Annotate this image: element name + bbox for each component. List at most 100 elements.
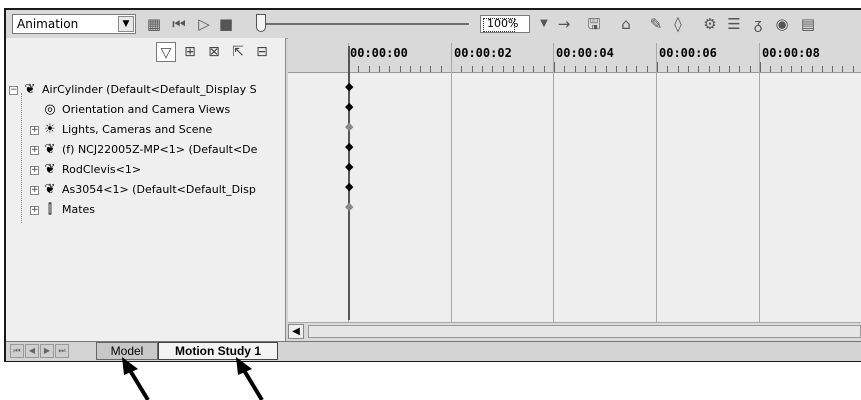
study-type-select[interactable]: Animation ▼ xyxy=(12,14,136,34)
autokey-icon[interactable]: ✎ xyxy=(646,14,666,34)
arrow-to-motion-study-tab xyxy=(236,357,264,400)
tree-item-root[interactable]: ❦ AirCylinder (Default<Default_Display S xyxy=(22,81,257,99)
key-point-diamond[interactable]: ◆ xyxy=(345,201,353,212)
minor-tick xyxy=(481,66,483,72)
subassembly-icon: ❦ xyxy=(44,142,56,157)
filter-collapse-icon[interactable]: ⊟ xyxy=(252,42,272,62)
filter-results-icon[interactable]: ⇱ xyxy=(228,42,248,62)
playback-slider-track xyxy=(261,23,469,25)
tree-item-ncj22005z[interactable]: ❦ (f) NCJ22005Z-MP<1> (Default<De xyxy=(42,141,258,159)
minor-tick xyxy=(523,66,525,72)
minor-tick xyxy=(595,66,597,72)
playback-speed-select[interactable]: 100% xyxy=(480,15,530,33)
minor-tick xyxy=(801,66,803,72)
time-label-6: 00:00:06 xyxy=(659,46,717,60)
expand-icon[interactable]: + xyxy=(30,206,39,215)
contact-icon[interactable]: ᵹ xyxy=(748,14,768,34)
playback-speed-value: 100% xyxy=(487,17,519,30)
playback-slider-thumb[interactable] xyxy=(256,14,266,32)
tree-item-label: Lights, Cameras and Scene xyxy=(62,123,213,136)
lights-scene-icon: ☀ xyxy=(44,122,56,137)
key-point-diamond[interactable]: ◆ xyxy=(345,101,353,112)
key-point-diamond[interactable]: ◆ xyxy=(345,161,353,172)
timeline-header: 00:00:00 00:00:02 00:00:04 00:00:06 00:0… xyxy=(288,38,861,73)
tree-item-rodclevis[interactable]: ❦ RodClevis<1> xyxy=(42,161,142,179)
stop-icon[interactable]: ■ xyxy=(216,14,236,34)
add-key-icon[interactable]: ◊ xyxy=(668,14,688,34)
arrow-icon[interactable]: → xyxy=(554,14,574,34)
tree-item-orientation[interactable]: ◎ Orientation and Camera Views xyxy=(42,101,230,119)
minor-tick xyxy=(770,66,772,72)
minor-tick xyxy=(564,66,566,72)
tree-item-label: RodClevis<1> xyxy=(62,163,142,176)
expand-icon[interactable]: + xyxy=(30,146,39,155)
motion-manager-window: Animation ▼ ▦ ⏮ ▷ ■ 100% ▼ → 🖫 ⌂ ✎ ◊ ⚙ ☰… xyxy=(4,8,861,362)
spring-icon[interactable]: ☰ xyxy=(724,14,744,34)
minor-tick xyxy=(698,66,700,72)
minor-tick xyxy=(657,62,658,72)
minor-tick xyxy=(502,66,504,72)
callout-arrows xyxy=(122,357,264,400)
play-icon[interactable]: ▷ xyxy=(194,14,214,34)
save-icon[interactable]: 🖫 xyxy=(584,14,604,34)
minor-tick xyxy=(554,62,555,72)
minor-tick xyxy=(677,66,679,72)
tree-item-mates[interactable]: ⫿ Mates xyxy=(42,201,95,219)
minor-tick xyxy=(687,66,689,72)
scroll-left-icon[interactable]: ◀ xyxy=(288,324,304,339)
gravity-icon[interactable]: ◉ xyxy=(772,14,792,34)
minor-tick xyxy=(636,66,638,72)
chevron-down-icon[interactable]: ▼ xyxy=(534,14,554,34)
minor-tick xyxy=(708,66,710,72)
minor-tick xyxy=(471,66,473,72)
study-type-value: Animation xyxy=(17,17,79,31)
minor-tick xyxy=(749,66,751,72)
filter-selected-icon[interactable]: ⊠ xyxy=(204,42,224,62)
chevron-down-icon[interactable]: ▼ xyxy=(118,16,134,32)
wizard-icon[interactable]: ⌂ xyxy=(616,14,636,34)
minor-tick xyxy=(409,66,411,72)
assembly-icon: ❦ xyxy=(24,82,36,97)
minor-tick xyxy=(760,62,761,72)
minor-tick xyxy=(399,66,401,72)
minor-tick xyxy=(533,66,535,72)
time-label-8: 00:00:08 xyxy=(762,46,820,60)
key-point-diamond[interactable]: ◆ xyxy=(345,81,353,92)
expand-icon[interactable]: + xyxy=(30,166,39,175)
minor-tick xyxy=(461,66,463,72)
minor-tick xyxy=(615,66,617,72)
minor-tick xyxy=(420,66,422,72)
collapse-icon[interactable]: − xyxy=(9,86,18,95)
calculate-icon[interactable]: ▦ xyxy=(144,14,164,34)
minor-tick xyxy=(389,66,391,72)
key-point-diamond[interactable]: ◆ xyxy=(345,121,353,132)
timeline-area[interactable]: 00:00:00 00:00:02 00:00:04 00:00:06 00:0… xyxy=(288,38,861,341)
time-label-2: 00:00:02 xyxy=(454,46,512,60)
minor-tick xyxy=(790,66,792,72)
tree-item-as3054[interactable]: ❦ As3054<1> (Default<Default_Disp xyxy=(42,181,256,199)
minor-tick xyxy=(832,66,834,72)
minor-tick xyxy=(430,66,432,72)
minor-tick xyxy=(492,66,494,72)
expand-icon[interactable]: + xyxy=(30,186,39,195)
minor-tick xyxy=(739,66,741,72)
tree-item-lights[interactable]: ☀ Lights, Cameras and Scene xyxy=(42,121,212,139)
arrow-to-model-tab xyxy=(122,357,150,400)
filter-driving-icon[interactable]: ⊞ xyxy=(180,42,200,62)
minor-tick xyxy=(584,66,586,72)
minor-tick xyxy=(368,66,370,72)
minor-tick xyxy=(626,66,628,72)
expand-icon[interactable]: + xyxy=(30,126,39,135)
minor-tick xyxy=(378,66,380,72)
motor-icon[interactable]: ⚙ xyxy=(700,14,720,34)
key-point-diamond[interactable]: ◆ xyxy=(345,181,353,192)
timeline-scrollbar[interactable]: ◀ xyxy=(288,322,861,341)
time-label-0: 00:00:00 xyxy=(350,46,408,60)
subassembly-icon: ❦ xyxy=(44,182,56,197)
key-point-diamond[interactable]: ◆ xyxy=(345,141,353,152)
filter-animation-icon[interactable]: ▽ xyxy=(156,42,176,62)
play-from-start-icon[interactable]: ⏮ xyxy=(169,14,189,34)
tree-item-label: AirCylinder (Default<Default_Display S xyxy=(42,83,257,96)
scrollbar-thumb[interactable] xyxy=(308,325,861,338)
results-icon[interactable]: ▤ xyxy=(798,14,818,34)
